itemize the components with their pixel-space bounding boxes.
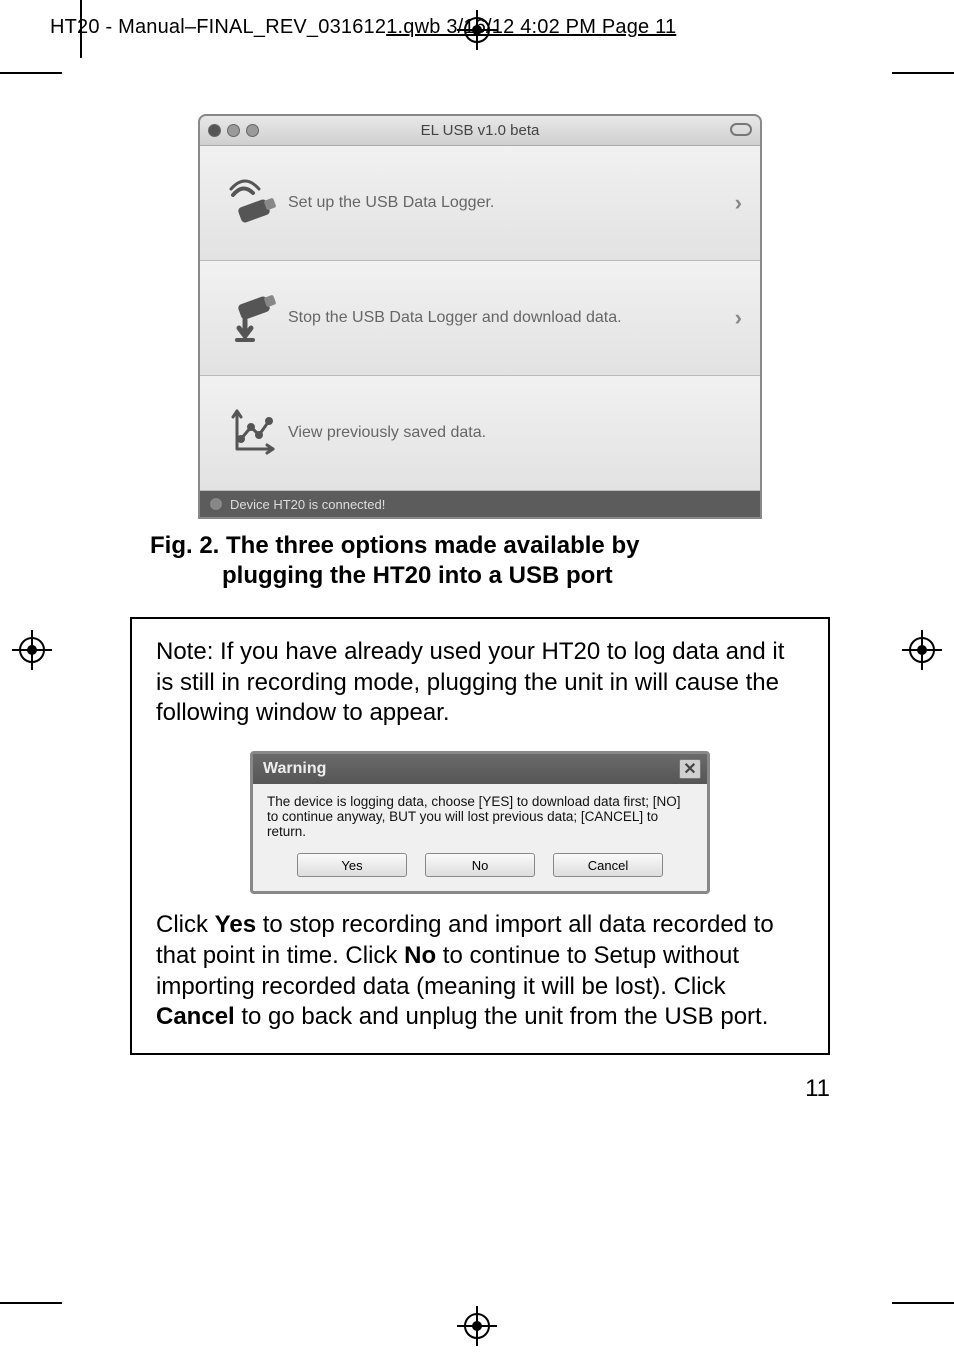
cancel-button[interactable]: Cancel [553,853,663,877]
page-content: EL USB v1.0 beta Set up the USB Data Log… [130,90,830,1055]
option-row-download[interactable]: Stop the USB Data Logger and download da… [200,261,760,376]
print-header-tail: 1.qwb 3/16/12 4:02 PM Page 11 [386,16,676,38]
registration-mark-icon [457,1306,497,1346]
caption-line1: Fig. 2. The three options made available… [150,532,639,559]
crop-mark [892,1302,954,1304]
app-window: EL USB v1.0 beta Set up the USB Data Log… [198,114,762,519]
crop-mark [0,1302,62,1304]
dialog-title: Warning [263,760,326,778]
no-button[interactable]: No [425,853,535,877]
option-label: Set up the USB Data Logger. [288,194,735,212]
dialog-body: The device is logging data, choose [YES]… [253,784,707,891]
crop-mark [892,72,954,74]
figure-caption: Fig. 2. The three options made available… [150,531,810,591]
chevron-right-icon: › [735,305,742,331]
option-row-setup[interactable]: Set up the USB Data Logger. › [200,146,760,261]
print-header: HT20 - Manual–FINAL_REV_0316121.qwb 3/16… [50,16,676,39]
yes-button[interactable]: Yes [297,853,407,877]
instruction-text: Click Yes to stop recording and import a… [156,910,804,1033]
cancel-label: Cancel [156,1003,235,1030]
registration-mark-icon [902,630,942,670]
no-label: No [404,942,436,969]
warning-dialog: Warning ✕ The device is logging data, ch… [250,751,710,894]
chevron-right-icon: › [735,190,742,216]
crop-mark [0,72,62,74]
dialog-buttons: Yes No Cancel [267,853,693,877]
page-number: 11 [805,1075,830,1103]
print-header-text: HT20 - Manual–FINAL_REV_031612 [50,16,386,38]
yes-label: Yes [215,911,256,938]
option-row-view[interactable]: View previously saved data. [200,376,760,491]
window-title: EL USB v1.0 beta [200,122,760,139]
pill-button-icon[interactable] [730,123,752,136]
chart-icon [218,405,288,461]
usb-setup-icon [218,175,288,231]
option-label: View previously saved data. [288,424,742,442]
usb-download-icon [218,290,288,346]
registration-mark-icon [12,630,52,670]
close-icon[interactable]: ✕ [679,759,701,779]
status-text: Device HT20 is connected! [230,497,385,512]
caption-line2: plugging the HT20 into a USB port [150,561,810,591]
option-label: Stop the USB Data Logger and download da… [288,309,735,327]
dialog-titlebar: Warning ✕ [253,754,707,784]
dialog-message: The device is logging data, choose [YES]… [267,794,693,839]
status-bar: Device HT20 is connected! [200,491,760,517]
window-titlebar: EL USB v1.0 beta [200,116,760,146]
registration-mark-icon [457,10,497,50]
note-box: Note: If you have already used your HT20… [130,617,830,1055]
note-text: Note: If you have already used your HT20… [156,637,804,729]
status-dot-icon [210,498,222,510]
